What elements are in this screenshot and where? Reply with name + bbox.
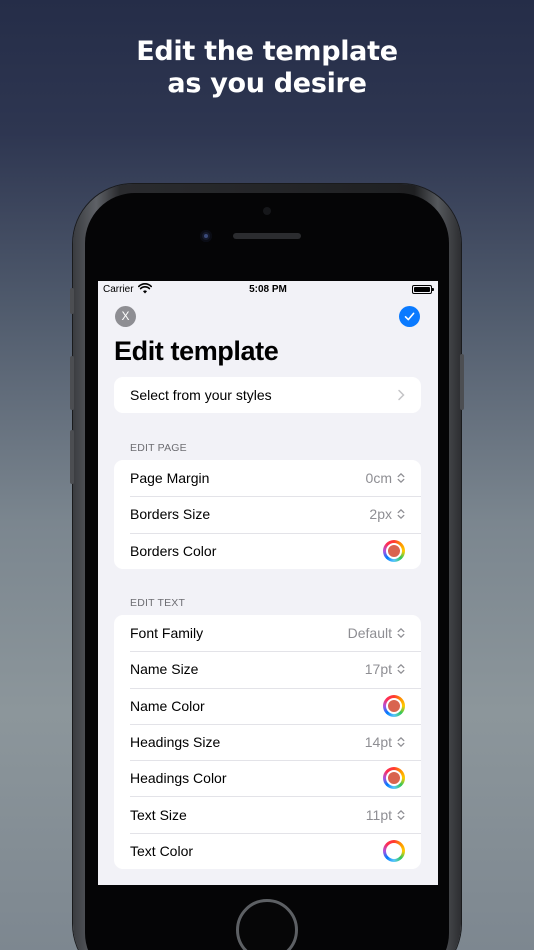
headline-line-1: Edit the template <box>136 36 398 67</box>
edit-text-header: EDIT TEXT <box>130 597 186 609</box>
proximity-sensor <box>263 207 271 215</box>
color-well-icon[interactable] <box>383 539 405 562</box>
mute-switch <box>70 288 74 314</box>
chevron-up-down-icon <box>397 664 405 675</box>
select-styles-label: Select from your styles <box>130 387 272 404</box>
text-size-label: Text Size <box>130 806 187 823</box>
borders-color-label: Borders Color <box>130 542 217 559</box>
name-color-row[interactable]: Name Color <box>114 687 421 724</box>
earpiece-speaker <box>233 233 301 239</box>
color-well-icon[interactable] <box>383 839 405 862</box>
borders-size-label: Borders Size <box>130 506 211 523</box>
chevron-up-down-icon <box>397 473 405 483</box>
edit-page-header: EDIT PAGE <box>130 442 187 454</box>
page-title: Edit template <box>114 336 279 366</box>
borders-color-row[interactable]: Borders Color <box>114 532 421 569</box>
battery-icon <box>412 285 434 294</box>
edit-page-card: Page Margin 0cm Borders Size 2px Borders Col… <box>114 460 421 569</box>
chevron-up-down-icon <box>397 737 405 747</box>
chevron-up-down-icon <box>397 628 405 638</box>
done-button[interactable] <box>399 306 420 327</box>
chevron-right-icon <box>398 389 405 401</box>
select-styles-row[interactable]: Select from your styles <box>114 377 421 413</box>
color-swatch <box>386 842 402 859</box>
color-well-icon[interactable] <box>383 694 405 717</box>
color-well-icon[interactable] <box>383 767 405 790</box>
text-color-row[interactable]: Text Color <box>114 832 421 869</box>
font-family-row[interactable]: Font Family Default <box>114 615 421 651</box>
headings-color-label: Headings Color <box>130 770 227 787</box>
volume-up-button <box>70 356 74 410</box>
status-bar: Carrier 5:08 PM <box>98 281 438 299</box>
text-size-row[interactable]: Text Size 11pt <box>114 796 421 832</box>
headings-size-row[interactable]: Headings Size 14pt <box>114 723 421 760</box>
page-margin-label: Page Margin <box>130 470 210 487</box>
name-size-label: Name Size <box>130 661 199 678</box>
font-family-value: Default <box>347 625 392 642</box>
color-swatch <box>386 697 402 714</box>
close-button[interactable]: X <box>115 306 136 327</box>
chevron-up-down-icon <box>397 809 405 820</box>
chevron-up-down-icon <box>397 509 405 520</box>
power-button <box>460 354 464 410</box>
styles-card: Select from your styles <box>114 377 421 414</box>
font-family-label: Font Family <box>130 625 204 642</box>
name-size-value: 17pt <box>364 661 392 678</box>
headings-size-value: 14pt <box>364 734 392 751</box>
headings-size-label: Headings Size <box>130 734 221 751</box>
text-size-value: 11pt <box>365 806 392 823</box>
name-size-row[interactable]: Name Size 17pt <box>114 651 421 687</box>
page-margin-row[interactable]: Page Margin 0cm <box>114 460 421 496</box>
name-color-label: Name Color <box>130 697 205 714</box>
phone-screen: Carrier 5:08 PM X Edit template Select f… <box>98 281 438 885</box>
text-color-label: Text Color <box>130 842 194 859</box>
page-margin-value: 0cm <box>365 470 392 487</box>
borders-size-row[interactable]: Borders Size 2px <box>114 496 421 532</box>
status-time: 5:08 PM <box>249 284 287 295</box>
headings-color-row[interactable]: Headings Color <box>114 760 421 796</box>
headline-line-2: as you desire <box>167 68 367 99</box>
borders-size-value: 2px <box>369 506 392 523</box>
promo-headline: Edit the template as you desire <box>0 36 534 100</box>
color-swatch <box>386 770 402 787</box>
front-camera-icon <box>200 230 212 242</box>
color-swatch <box>386 542 402 559</box>
edit-text-card: Font Family Default Name Size 17pt Name Colo… <box>114 615 421 870</box>
volume-down-button <box>70 430 74 484</box>
checkmark-icon <box>404 312 415 321</box>
